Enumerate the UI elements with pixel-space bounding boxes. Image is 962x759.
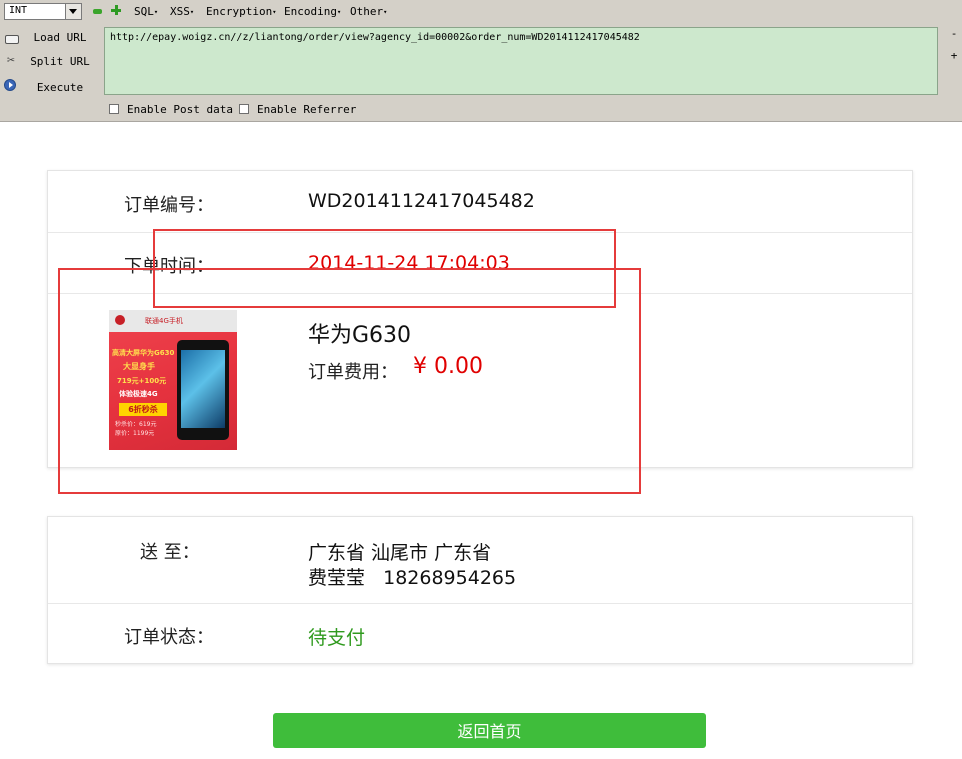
split-url-button[interactable]: Split URL [24,55,96,68]
order-time-row: 下单时间： 2014-11-24 17:04:03 [48,232,912,294]
image-small-1: 秒杀价：619元 [115,421,157,428]
menu-other[interactable]: Other▾ [350,5,387,18]
menu-encryption[interactable]: Encryption▾ [206,5,276,18]
phone-icon [177,340,229,440]
type-select[interactable]: INT [4,3,82,20]
enable-referrer-label: Enable Referrer [257,103,357,116]
product-image: 联通4G手机 高清大屏华为G630 大显身手 719元+100元 体验极速4G … [109,310,237,450]
menu-encoding[interactable]: Encoding▾ [284,5,341,18]
execute-button[interactable]: Execute [24,81,96,94]
image-tag: 6折秒杀 [119,403,167,416]
execute-icon[interactable] [4,79,16,91]
image-small-2: 原价：1199元 [115,430,155,437]
image-promo-3: 719元+100元 [117,377,167,385]
order-status-label: 订单状态： [124,627,214,648]
enable-post-label: Enable Post data [127,103,233,116]
hackbar-toolbar: INT SQL▾ XSS▾ Encryption▾ Encoding▾ Othe… [0,0,962,122]
load-url-icon[interactable] [4,31,19,45]
delivery-card: 送 至： 广东省 汕尾市 广东省 费莹莹 18268954265 订单状态： 待… [47,516,913,664]
order-time-label: 下单时间： [124,256,214,277]
image-promo-2: 大显身手 [123,362,155,371]
order-fee-label: 订单费用： [308,362,398,383]
ship-address: 广东省 汕尾市 广东省 [308,542,492,564]
load-url-button[interactable]: Load URL [24,31,96,44]
order-fee-value: ¥ 0.00 [413,354,483,379]
product-name: 华为G630 [308,323,412,348]
image-promo-4: 体验极速4G [119,390,158,398]
order-number-value: WD2014112417045482 [308,190,535,212]
order-number-label: 订单编号： [124,195,214,216]
minus-icon[interactable] [93,9,102,14]
scroll-minus-button[interactable]: - [948,27,960,40]
scroll-plus-button[interactable]: + [948,49,960,62]
ship-to-label: 送 至： [140,542,200,563]
image-brand-line: 联通4G手机 [145,317,183,325]
type-select-value: INT [9,5,28,16]
ship-to-row: 送 至： 广东省 汕尾市 广东省 费莹莹 18268954265 [48,517,912,604]
unicom-logo-icon [115,315,125,325]
plus-icon[interactable] [111,5,121,15]
ship-contact: 费莹莹 18268954265 [308,567,517,589]
order-number-row: 订单编号： WD2014112417045482 [48,171,912,233]
scissors-icon[interactable]: ✂ [4,54,18,68]
chevron-down-icon[interactable] [65,4,81,19]
back-home-button[interactable]: 返回首页 [273,713,706,748]
menu-xss[interactable]: XSS▾ [170,5,194,18]
image-promo-1: 高清大屏华为G630 [112,349,175,357]
menu-sql[interactable]: SQL▾ [134,5,158,18]
order-time-value: 2014-11-24 17:04:03 [308,252,510,274]
url-textarea[interactable]: http://epay.woigz.cn//z/liantong/order/v… [104,27,938,95]
enable-post-checkbox[interactable] [109,104,119,114]
order-info-card: 订单编号： WD2014112417045482 下单时间： 2014-11-2… [47,170,913,468]
order-status-value: 待支付 [308,627,366,649]
enable-referrer-checkbox[interactable] [239,104,249,114]
